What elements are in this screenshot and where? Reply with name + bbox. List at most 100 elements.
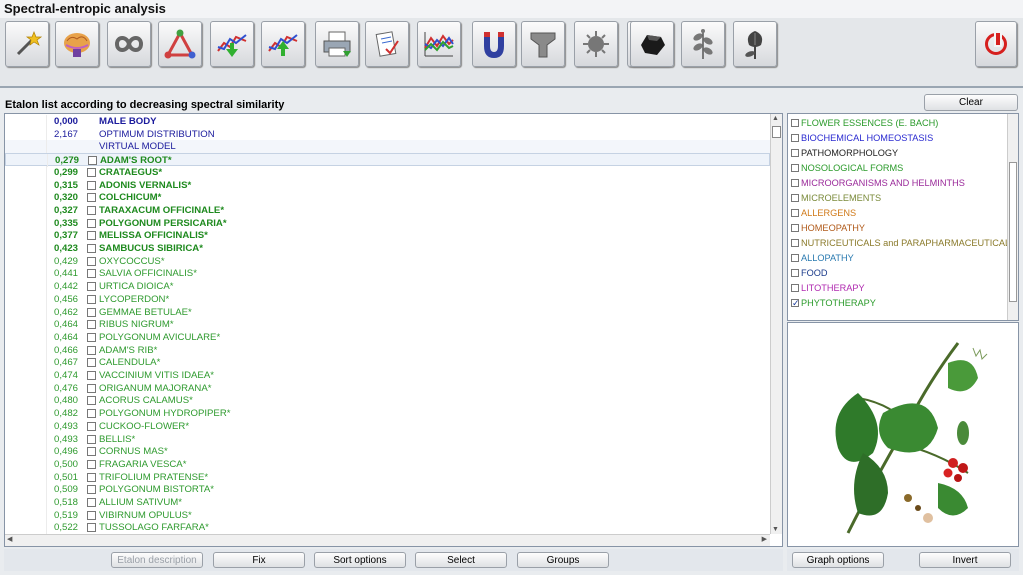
table-row[interactable]: 0,466 ADAM'S RIB* xyxy=(5,343,770,357)
category-item[interactable]: LITOTHERAPY xyxy=(791,281,865,296)
flower-button[interactable] xyxy=(733,21,777,67)
table-row[interactable]: 0,464 POLYGONUM AVICULARE* xyxy=(5,330,770,344)
row-checkbox[interactable] xyxy=(87,459,96,469)
category-scroll-thumb[interactable] xyxy=(1009,162,1017,302)
table-row[interactable]: 0,482 POLYGONUM HYDROPIPER* xyxy=(5,407,770,421)
fix-button[interactable]: Fix xyxy=(213,552,305,568)
row-checkbox[interactable] xyxy=(87,447,96,457)
category-checkbox[interactable] xyxy=(791,296,800,311)
table-row[interactable]: 0,279 ADAM'S ROOT* xyxy=(5,153,770,168)
table-row[interactable]: 0,429 OXYCOCCUS* xyxy=(5,254,770,268)
category-checkbox[interactable] xyxy=(791,224,799,232)
scroll-down-icon[interactable]: ▼ xyxy=(772,526,779,533)
exit-button[interactable] xyxy=(975,21,1017,67)
table-row[interactable]: 0,441 SALVIA OFFICINALIS* xyxy=(5,267,770,281)
row-checkbox[interactable] xyxy=(87,421,96,431)
table-row[interactable]: 0,456 LYCOPERDON* xyxy=(5,292,770,306)
table-row[interactable]: 0,423 SAMBUCUS SIBIRICA* xyxy=(5,242,770,255)
row-checkbox[interactable] xyxy=(87,167,96,177)
herb-button[interactable] xyxy=(681,21,725,67)
category-checkbox[interactable] xyxy=(791,284,799,292)
table-row[interactable]: 0,476 ORIGANUM MAJORANA* xyxy=(5,381,770,395)
graph-up-button[interactable] xyxy=(210,21,254,67)
row-checkbox[interactable] xyxy=(87,231,96,241)
row-checkbox[interactable] xyxy=(87,218,96,228)
clear-button[interactable]: Clear xyxy=(924,94,1018,111)
invert-button[interactable]: Invert xyxy=(919,552,1011,568)
row-checkbox[interactable] xyxy=(87,256,96,266)
infinity-button[interactable] xyxy=(107,21,151,67)
row-checkbox[interactable] xyxy=(87,523,96,533)
funnel-button[interactable] xyxy=(521,21,565,67)
table-row[interactable]: 0,493 CUCKOO-FLOWER* xyxy=(5,419,770,433)
document-button[interactable] xyxy=(365,21,409,67)
groups-button[interactable]: Groups xyxy=(517,552,609,568)
print-button[interactable] xyxy=(315,21,359,67)
category-item[interactable]: HOMEOPATHY xyxy=(791,221,865,236)
category-checkbox[interactable] xyxy=(791,209,799,217)
table-row[interactable]: 0,000 MALE BODY xyxy=(5,115,770,128)
table-row[interactable]: 0,509 POLYGONUM BISTORTA* xyxy=(5,483,770,497)
row-checkbox[interactable] xyxy=(87,282,96,292)
category-checkbox[interactable] xyxy=(791,239,799,247)
category-checkbox[interactable] xyxy=(791,119,799,127)
table-row[interactable]: 2,167 OPTIMUM DISTRIBUTION xyxy=(5,127,770,141)
category-checkbox[interactable] xyxy=(791,254,799,262)
table-row[interactable]: 0,518 ALLIUM SATIVUM* xyxy=(5,496,770,509)
scroll-right-icon[interactable]: ▶ xyxy=(762,535,767,543)
category-item[interactable]: ALLERGENS xyxy=(791,206,856,221)
category-item[interactable]: MICROELEMENTS xyxy=(791,191,881,206)
row-checkbox[interactable] xyxy=(87,409,96,419)
table-row[interactable]: 0,327 TARAXACUM OFFICINALE* xyxy=(5,203,770,217)
table-row[interactable]: 0,501 TRIFOLIUM PRATENSE* xyxy=(5,470,770,484)
select-button[interactable]: Select xyxy=(415,552,507,568)
category-checkbox[interactable] xyxy=(791,164,799,172)
scroll-thumb[interactable] xyxy=(772,126,781,138)
table-row[interactable]: 0,522 TUSSOLAGO FARFARA* xyxy=(5,521,770,535)
graph-down-button[interactable] xyxy=(261,21,305,67)
virus-button[interactable] xyxy=(574,21,618,67)
category-checkbox[interactable] xyxy=(791,179,799,187)
stone-button[interactable] xyxy=(630,21,674,67)
list-horizontal-scrollbar[interactable]: ◀ ▶ xyxy=(5,534,770,546)
sort-options-button[interactable]: Sort options xyxy=(314,552,406,568)
category-item[interactable]: MICROORGANISMS AND HELMINTHS xyxy=(791,176,965,191)
row-checkbox[interactable] xyxy=(87,320,96,330)
row-checkbox[interactable] xyxy=(87,332,96,342)
row-checkbox[interactable] xyxy=(87,205,96,215)
category-item[interactable]: PATHOMORPHOLOGY xyxy=(791,146,898,161)
table-row[interactable]: 0,377 MELISSA OFFICINALIS* xyxy=(5,229,770,243)
category-item[interactable]: FOOD xyxy=(791,266,828,281)
table-row[interactable]: VIRTUAL MODEL xyxy=(5,140,770,154)
category-scrollbar[interactable] xyxy=(1007,114,1018,320)
line-chart-button[interactable] xyxy=(417,21,461,67)
table-row[interactable]: 0,480 ACORUS CALAMUS* xyxy=(5,394,770,408)
magic-wand-button[interactable] xyxy=(5,21,49,67)
row-checkbox[interactable] xyxy=(88,156,97,166)
magnet-button[interactable] xyxy=(472,21,516,67)
row-checkbox[interactable] xyxy=(87,434,96,444)
table-row[interactable]: 0,493 BELLIS* xyxy=(5,432,770,446)
row-checkbox[interactable] xyxy=(87,371,96,380)
row-checkbox[interactable] xyxy=(87,498,96,507)
row-checkbox[interactable] xyxy=(87,472,96,482)
category-item[interactable]: BIOCHEMICAL HOMEOSTASIS xyxy=(791,131,933,146)
brain-button[interactable] xyxy=(55,21,99,67)
row-checkbox[interactable] xyxy=(87,244,96,253)
table-row[interactable]: 0,442 URTICA DIOICA* xyxy=(5,280,770,294)
table-row[interactable]: 0,500 FRAGARIA VESCA* xyxy=(5,457,770,471)
etalon-description-button[interactable]: Etalon description xyxy=(111,552,203,568)
table-row[interactable]: 0,320 COLCHICUM* xyxy=(5,191,770,205)
row-checkbox[interactable] xyxy=(87,345,96,355)
row-checkbox[interactable] xyxy=(87,269,96,279)
row-checkbox[interactable] xyxy=(87,294,96,304)
table-row[interactable]: 0,467 CALENDULA* xyxy=(5,356,770,370)
row-checkbox[interactable] xyxy=(87,383,96,393)
graph-options-button[interactable]: Graph options xyxy=(792,552,884,568)
category-item[interactable]: NUTRICEUTICALS and PARAPHARMACEUTICALS xyxy=(791,236,1016,251)
category-item[interactable]: ALLOPATHY xyxy=(791,251,854,266)
row-checkbox[interactable] xyxy=(87,396,96,406)
row-checkbox[interactable] xyxy=(87,307,96,317)
list-vertical-scrollbar[interactable]: ▲ ▼ xyxy=(770,114,782,534)
row-checkbox[interactable] xyxy=(87,358,96,368)
